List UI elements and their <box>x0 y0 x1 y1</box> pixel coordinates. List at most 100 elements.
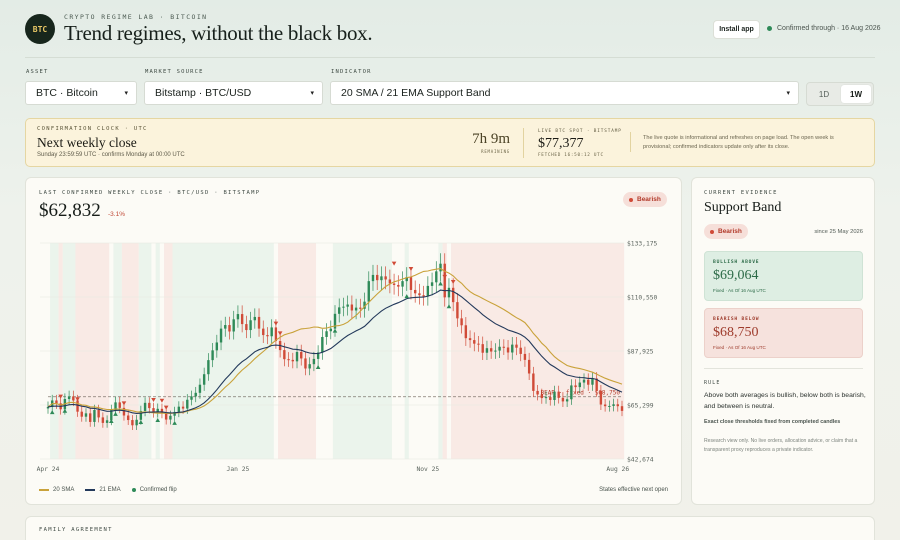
bearish-dot-icon <box>710 229 714 234</box>
eyebrow: CRYPTO REGIME LAB · BITCOIN <box>64 13 208 21</box>
divider <box>704 368 863 369</box>
candle <box>460 318 463 326</box>
candle <box>181 406 185 409</box>
candle <box>603 404 607 407</box>
candle <box>620 406 624 411</box>
candle <box>557 391 560 398</box>
candle <box>608 405 611 407</box>
candle <box>93 410 96 422</box>
candle <box>354 307 358 311</box>
evidence-label: CURRENT EVIDENCE <box>704 190 778 196</box>
candle <box>473 340 476 344</box>
price-chart[interactable]: $133,175 $110,550 $87,925 $65,299 $42,674 Apr… <box>26 178 683 478</box>
legend-label-sma: 20 SMA <box>53 487 75 493</box>
candle <box>164 413 168 420</box>
spot-price: $77,377 <box>538 136 584 151</box>
timeframe-1w[interactable]: 1W <box>841 85 871 103</box>
candle <box>194 392 197 397</box>
candle <box>430 282 434 286</box>
candle <box>245 324 248 331</box>
candle <box>376 274 379 281</box>
candle <box>219 328 223 343</box>
rule-text: Above both averages is bullish, below bo… <box>704 392 866 410</box>
spot-note: The live quote is informational and refr… <box>643 135 834 150</box>
candle <box>321 336 324 353</box>
asset-select[interactable]: BTC · Bitcoin ▾ <box>25 81 137 105</box>
candle <box>325 331 328 337</box>
candle <box>477 343 480 345</box>
candle <box>312 358 316 365</box>
source-select-value: Bitstamp · BTC/USD <box>155 87 252 99</box>
logo: BTC <box>25 14 55 44</box>
candle <box>540 394 544 399</box>
y-tick-label: $110,550 <box>627 294 658 301</box>
candle <box>266 335 269 337</box>
candle <box>89 413 92 422</box>
candle <box>169 415 172 420</box>
legend-item-ema: 21 EMA <box>85 487 121 493</box>
candle <box>101 417 105 423</box>
chevron-down-icon: ▾ <box>786 90 790 97</box>
candle <box>388 279 392 284</box>
y-tick-label: $87,925 <box>627 348 654 355</box>
legend-item-sma: 20 SMA <box>39 487 74 493</box>
candle <box>582 379 586 383</box>
x-tick-label: Apr 24 <box>37 466 60 473</box>
y-tick-label: $65,299 <box>627 403 654 410</box>
timeframe-1d[interactable]: 1D <box>809 85 839 103</box>
x-tick-label: Nov 25 <box>416 466 439 473</box>
candle <box>97 410 100 418</box>
confirmation-clock: CONFIRMATION CLOCK · UTC Next weekly clo… <box>25 118 875 167</box>
x-tick-label: Aug 26 <box>606 466 629 473</box>
divider <box>523 128 524 158</box>
candle <box>612 404 615 406</box>
install-app-button[interactable]: Install app <box>713 20 760 39</box>
candle <box>329 328 332 332</box>
candle <box>523 353 527 360</box>
candle <box>515 344 518 348</box>
candle <box>350 304 354 311</box>
candle <box>591 378 594 385</box>
candle <box>435 271 438 283</box>
candle <box>456 302 459 319</box>
asset-select-value: BTC · Bitcoin <box>36 87 98 99</box>
bullish-value: $69,064 <box>713 268 759 283</box>
candle <box>186 399 189 409</box>
candle <box>553 391 556 400</box>
candle <box>409 277 413 290</box>
flip-down-marker <box>408 266 414 271</box>
flip-up-marker <box>109 419 114 424</box>
bearish-threshold: BEARISH BELOW $68,750 Fixed · As Of 16 A… <box>704 308 863 358</box>
bullish-label: BULLISH ABOVE <box>713 260 760 265</box>
candle <box>397 284 400 287</box>
confirmed-status: Confirmed through · 16 Aug 2026 <box>767 25 881 32</box>
source-select[interactable]: Bitstamp · BTC/USD ▾ <box>144 81 323 105</box>
ema-swatch <box>85 489 96 491</box>
candle <box>224 325 227 329</box>
candle <box>447 287 451 298</box>
candle <box>371 274 375 282</box>
candle <box>494 350 497 352</box>
evidence-card: CURRENT EVIDENCE Support Band Bearish si… <box>691 177 875 505</box>
candle <box>384 276 387 280</box>
candle <box>561 397 565 402</box>
divider <box>630 132 631 152</box>
candle <box>338 307 341 314</box>
candle <box>498 346 501 351</box>
evidence-title: Support Band <box>704 200 782 215</box>
candle <box>489 348 493 352</box>
flip-dot-icon <box>131 488 136 492</box>
header-divider <box>25 57 875 58</box>
candle <box>143 402 147 411</box>
candle <box>481 344 484 353</box>
legend-item-flip: Confirmed flip <box>131 487 177 493</box>
candle <box>536 390 539 395</box>
candle <box>519 347 522 354</box>
candle <box>422 295 425 297</box>
chart-legend: 20 SMA 21 EMA Confirmed flip <box>39 487 177 493</box>
candle <box>574 385 577 388</box>
candle <box>148 402 151 409</box>
indicator-select[interactable]: 20 SMA / 21 EMA Support Band ▾ <box>330 81 799 105</box>
bearish-label: BEARISH BELOW <box>713 317 760 322</box>
legend-label-ema: 21 EMA <box>99 487 121 493</box>
